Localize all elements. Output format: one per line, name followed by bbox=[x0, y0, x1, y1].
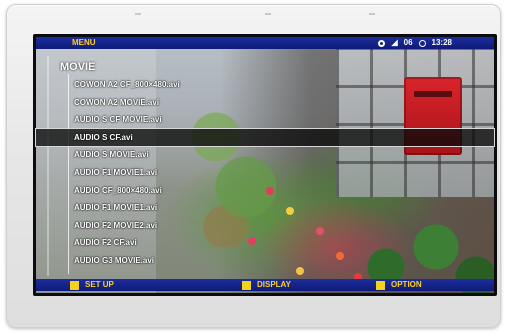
bezel-notch bbox=[135, 13, 141, 15]
menu-button[interactable]: MENU bbox=[72, 37, 96, 49]
file-list-item-selected[interactable]: AUDIO S CF.avi bbox=[35, 127, 495, 148]
top-status-bar: MENU ◢ 06 13:28 bbox=[36, 37, 494, 49]
setup-label: SET UP bbox=[85, 280, 114, 289]
display-label: DISPLAY bbox=[257, 280, 291, 289]
display-softkey[interactable]: DISPLAY bbox=[242, 279, 291, 291]
speaker-icon: ◢ bbox=[391, 38, 398, 47]
setup-softkey[interactable]: SET UP bbox=[70, 279, 114, 291]
yellow-key-icon bbox=[242, 280, 251, 290]
file-list-item[interactable]: AUDIO F2 CF.avi bbox=[74, 234, 494, 252]
list-guide-line bbox=[47, 56, 49, 276]
file-list-item[interactable]: AUDIO G3 MOVIE.avi bbox=[74, 252, 494, 270]
option-label: OPTION bbox=[391, 280, 422, 289]
clock-time: 13:28 bbox=[431, 38, 452, 47]
bezel-notch bbox=[369, 13, 375, 15]
list-divider bbox=[68, 74, 69, 274]
file-list-item[interactable]: AUDIO F1 MOVIE1.avi bbox=[74, 164, 494, 182]
file-list-item[interactable]: AUDIO F2 MOVIE2.avi bbox=[74, 217, 494, 235]
yellow-key-icon bbox=[376, 280, 385, 290]
bezel-notch bbox=[265, 13, 271, 15]
status-area: ◢ 06 13:28 bbox=[378, 37, 452, 49]
clock-icon bbox=[418, 39, 426, 47]
softkey-bar: SET UP DISPLAY OPTION bbox=[36, 279, 494, 291]
record-dot-icon bbox=[378, 39, 386, 47]
file-list: COWON A2 CF_800×480.avi COWON A2 MOVIE.a… bbox=[35, 76, 495, 270]
folder-title: MOVIE bbox=[60, 61, 96, 73]
file-list-item[interactable]: AUDIO S MOVIE.avi bbox=[74, 146, 494, 164]
file-list-item[interactable]: AUDIO CF_800×480.avi bbox=[74, 182, 494, 200]
file-list-item[interactable]: AUDIO S CF MOVIE.avi bbox=[74, 111, 494, 129]
yellow-key-icon bbox=[70, 280, 79, 290]
volume-level: 06 bbox=[403, 38, 413, 47]
file-list-item[interactable]: AUDIO F1 MOVIE1.avi bbox=[74, 199, 494, 217]
file-list-item[interactable]: COWON A2 MOVIE.avi bbox=[74, 94, 494, 112]
option-softkey[interactable]: OPTION bbox=[376, 279, 422, 291]
file-list-item[interactable]: COWON A2 CF_800×480.avi bbox=[74, 76, 494, 94]
